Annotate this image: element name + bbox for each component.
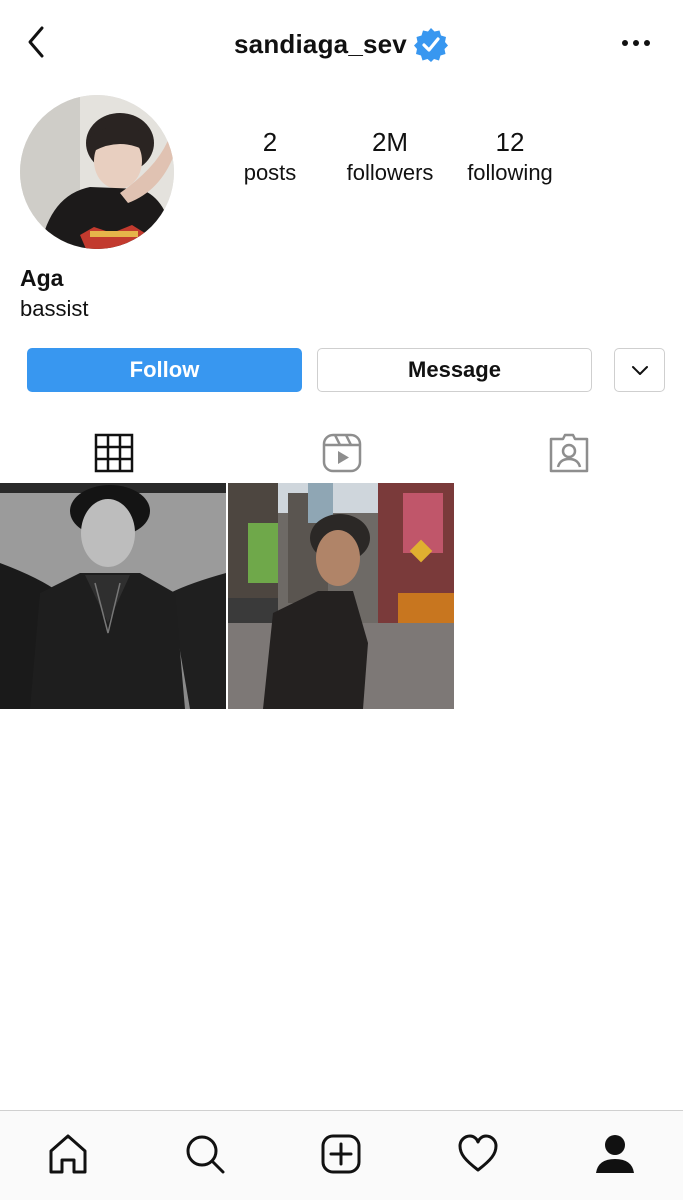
profile-name: Aga	[20, 265, 64, 291]
grid-icon	[94, 433, 134, 473]
more-options-button[interactable]	[619, 30, 653, 54]
reels-icon	[322, 433, 361, 473]
post-photo-bw-portrait	[0, 483, 226, 709]
top-navigation-bar: sandiaga_sev	[0, 0, 683, 86]
tab-grid[interactable]	[0, 425, 228, 481]
message-button[interactable]: Message	[317, 348, 592, 392]
follow-button[interactable]: Follow	[27, 348, 302, 392]
nav-activity[interactable]	[410, 1133, 547, 1175]
profile-bio: bassist	[20, 296, 89, 321]
tab-tagged[interactable]	[455, 425, 683, 481]
followers-count: 2M	[371, 127, 409, 157]
following-label: following	[467, 160, 553, 185]
more-horizontal-icon	[622, 40, 650, 46]
verified-badge-icon	[413, 28, 448, 62]
followers-stat[interactable]: 2M followers	[330, 126, 450, 188]
post-thumbnail[interactable]	[0, 483, 226, 709]
posts-label: posts	[243, 160, 297, 185]
posts-stat[interactable]: 2 posts	[210, 126, 330, 188]
post-thumbnail[interactable]	[228, 483, 454, 709]
bottom-navigation-bar	[0, 1110, 683, 1200]
username-title: sandiaga_sev	[234, 28, 407, 59]
search-icon	[186, 1135, 225, 1174]
nav-profile[interactable]	[546, 1133, 683, 1175]
following-count: 12	[495, 127, 525, 157]
followers-label: followers	[346, 160, 434, 185]
nav-search[interactable]	[137, 1133, 274, 1175]
add-post-icon	[321, 1134, 361, 1174]
suggested-accounts-button[interactable]	[614, 348, 665, 392]
post-photo-city-street	[228, 483, 454, 709]
nav-home[interactable]	[0, 1133, 137, 1175]
profile-stats: 2 posts 2M followers 12 following	[210, 126, 570, 188]
heart-icon	[458, 1134, 498, 1172]
home-icon	[49, 1134, 87, 1174]
profile-tabs	[0, 425, 683, 481]
posts-count: 2	[262, 127, 278, 157]
nav-new-post[interactable]	[273, 1133, 410, 1175]
chevron-down-icon	[631, 366, 648, 375]
profile-avatar[interactable]	[20, 95, 174, 249]
profile-header-title: sandiaga_sev	[0, 26, 683, 62]
following-stat[interactable]: 12 following	[450, 126, 570, 188]
posts-grid	[0, 483, 683, 709]
avatar-photo	[20, 95, 174, 249]
tab-reels[interactable]	[228, 425, 456, 481]
profile-icon	[595, 1135, 634, 1173]
tagged-person-icon	[549, 433, 589, 473]
